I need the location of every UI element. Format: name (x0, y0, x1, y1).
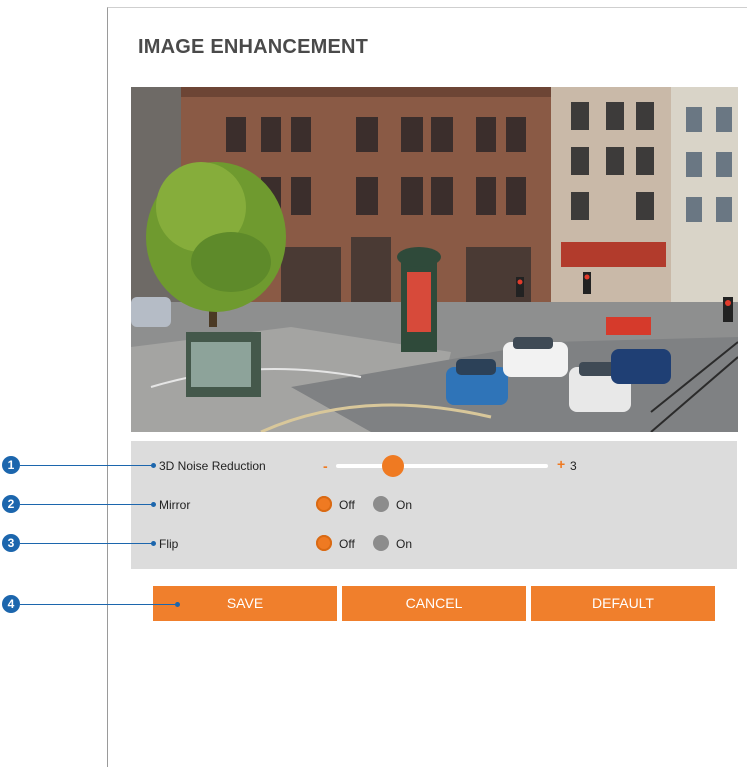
callout-1-leader (20, 465, 152, 466)
noise-reduction-value: 3 (570, 459, 577, 473)
flip-off-radio[interactable] (316, 535, 332, 551)
slider-minus-label: - (323, 458, 328, 474)
callout-4: 4 (2, 595, 20, 613)
mirror-on-label[interactable]: On (396, 498, 412, 512)
mirror-on-radio[interactable] (373, 496, 389, 512)
slider-plus-label: + (557, 456, 566, 472)
mirror-off-radio[interactable] (316, 496, 332, 512)
flip-off-label[interactable]: Off (339, 537, 355, 551)
callout-2-leader (20, 504, 152, 505)
mirror-label: Mirror (159, 498, 191, 512)
callout-2: 2 (2, 495, 20, 513)
default-button[interactable]: DEFAULT (531, 586, 715, 621)
cancel-button[interactable]: CANCEL (342, 586, 526, 621)
callout-3: 3 (2, 534, 20, 552)
callout-3-leader (20, 543, 152, 544)
callout-4-dot (175, 602, 180, 607)
callout-3-dot (151, 541, 156, 546)
flip-label: Flip (159, 537, 179, 551)
callout-2-dot (151, 502, 156, 507)
noise-reduction-label: 3D Noise Reduction (159, 459, 266, 473)
mirror-off-label[interactable]: Off (339, 498, 355, 512)
page-title: IMAGE ENHANCEMENT (138, 36, 369, 58)
noise-reduction-slider-track[interactable] (336, 464, 548, 468)
flip-on-radio[interactable] (373, 535, 389, 551)
flip-on-label[interactable]: On (396, 537, 412, 551)
camera-preview (131, 87, 738, 432)
callout-1-dot (151, 463, 156, 468)
callout-4-leader (20, 604, 176, 605)
callout-1: 1 (2, 456, 20, 474)
save-button[interactable]: SAVE (153, 586, 337, 621)
